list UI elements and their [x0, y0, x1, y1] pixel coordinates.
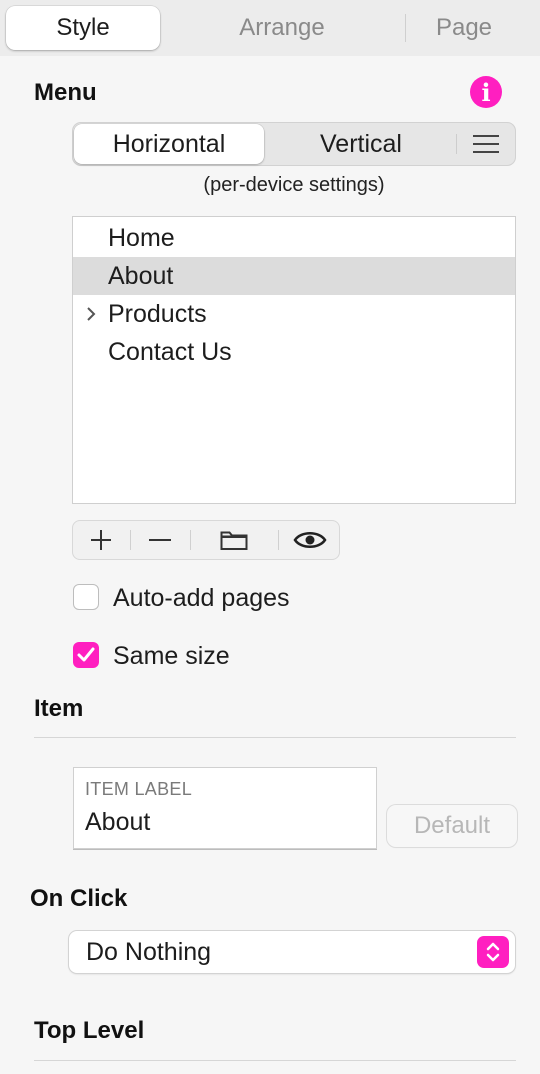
- menu-item-label: Products: [108, 299, 207, 328]
- on-click-selected-value: Do Nothing: [86, 937, 212, 966]
- top-level-section-title: Top Level: [34, 1017, 145, 1044]
- same-size-label: Same size: [113, 642, 230, 670]
- folder-button[interactable]: [191, 520, 277, 560]
- item-label-field[interactable]: ITEM LABEL About: [73, 767, 377, 849]
- section-divider: [34, 737, 516, 738]
- updown-chevron-icon: [486, 942, 500, 962]
- default-button[interactable]: Default: [387, 805, 517, 847]
- auto-add-pages-label: Auto-add pages: [113, 584, 290, 612]
- hamburger-icon: [473, 135, 499, 153]
- menu-item-home[interactable]: Home: [73, 219, 515, 257]
- tab-style[interactable]: Style: [6, 6, 160, 50]
- eye-icon: [292, 532, 327, 548]
- menu-items-list[interactable]: Home About Products Contact Us: [72, 216, 516, 504]
- menu-list-toolbar: [72, 520, 340, 560]
- visibility-button[interactable]: [279, 520, 340, 560]
- menu-item-about[interactable]: About: [73, 257, 515, 295]
- menu-item-label: Contact Us: [108, 337, 232, 366]
- checkmark-icon: [77, 647, 95, 662]
- chevron-right-icon[interactable]: [85, 306, 97, 322]
- per-device-hint: (per-device settings): [203, 174, 385, 196]
- folder-icon: [220, 531, 248, 550]
- segment-divider: [456, 134, 457, 154]
- item-section-title: Item: [34, 695, 84, 722]
- orientation-segmented-control: Horizontal Vertical: [72, 122, 516, 166]
- plus-icon: [91, 530, 111, 550]
- on-click-select[interactable]: Do Nothing: [69, 931, 515, 973]
- on-click-section-title: On Click: [30, 885, 128, 912]
- tab-divider: [405, 14, 406, 42]
- menu-section-title: Menu: [34, 79, 97, 106]
- item-label-caption: ITEM LABEL: [85, 779, 193, 799]
- menu-item-contact-us[interactable]: Contact Us: [73, 333, 515, 371]
- orientation-horizontal[interactable]: Horizontal: [74, 124, 264, 164]
- remove-item-button[interactable]: [131, 520, 189, 560]
- orientation-vertical[interactable]: Vertical: [264, 124, 458, 164]
- section-divider: [34, 1060, 516, 1061]
- minus-icon: [149, 539, 171, 541]
- menu-item-label: Home: [108, 223, 175, 252]
- menu-item-products[interactable]: Products: [73, 295, 515, 333]
- same-size-checkbox[interactable]: [73, 642, 99, 668]
- tab-arrange[interactable]: Arrange: [202, 6, 362, 50]
- menu-item-label: About: [108, 261, 174, 290]
- tab-page[interactable]: Page: [414, 6, 514, 50]
- menu-options-button[interactable]: [458, 124, 514, 164]
- add-item-button[interactable]: [72, 520, 130, 560]
- auto-add-pages-checkbox[interactable]: [73, 584, 99, 610]
- select-arrows-icon[interactable]: [477, 936, 509, 968]
- info-icon[interactable]: i: [470, 76, 502, 108]
- item-label-value[interactable]: About: [85, 808, 150, 837]
- inspector-tab-bar: Style Arrange Page: [0, 0, 540, 56]
